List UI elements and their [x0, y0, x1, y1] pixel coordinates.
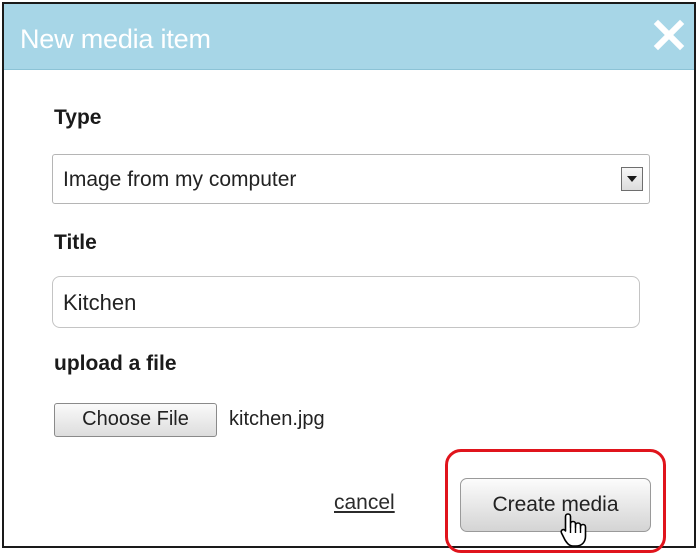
type-label: Type [54, 106, 102, 129]
title-input[interactable]: Kitchen [52, 276, 640, 328]
dialog-header: New media item [4, 4, 694, 70]
type-select-value: Image from my computer [63, 168, 297, 191]
dropdown-arrow-button[interactable] [621, 167, 643, 191]
title-label: Title [54, 231, 97, 254]
cancel-link[interactable]: cancel [334, 491, 395, 515]
title-input-value: Kitchen [63, 290, 137, 315]
chevron-down-icon [627, 176, 637, 182]
choose-file-button[interactable]: Choose File [54, 403, 217, 437]
close-button[interactable] [652, 18, 686, 52]
upload-label: upload a file [54, 352, 177, 375]
new-media-dialog: New media item Type Image from my comput… [2, 2, 696, 553]
create-media-button[interactable]: Create media [460, 478, 651, 532]
selected-file-name: kitchen.jpg [229, 408, 325, 430]
dialog-title: New media item [20, 24, 211, 54]
close-icon [652, 18, 686, 52]
type-select[interactable]: Image from my computer [52, 154, 650, 204]
